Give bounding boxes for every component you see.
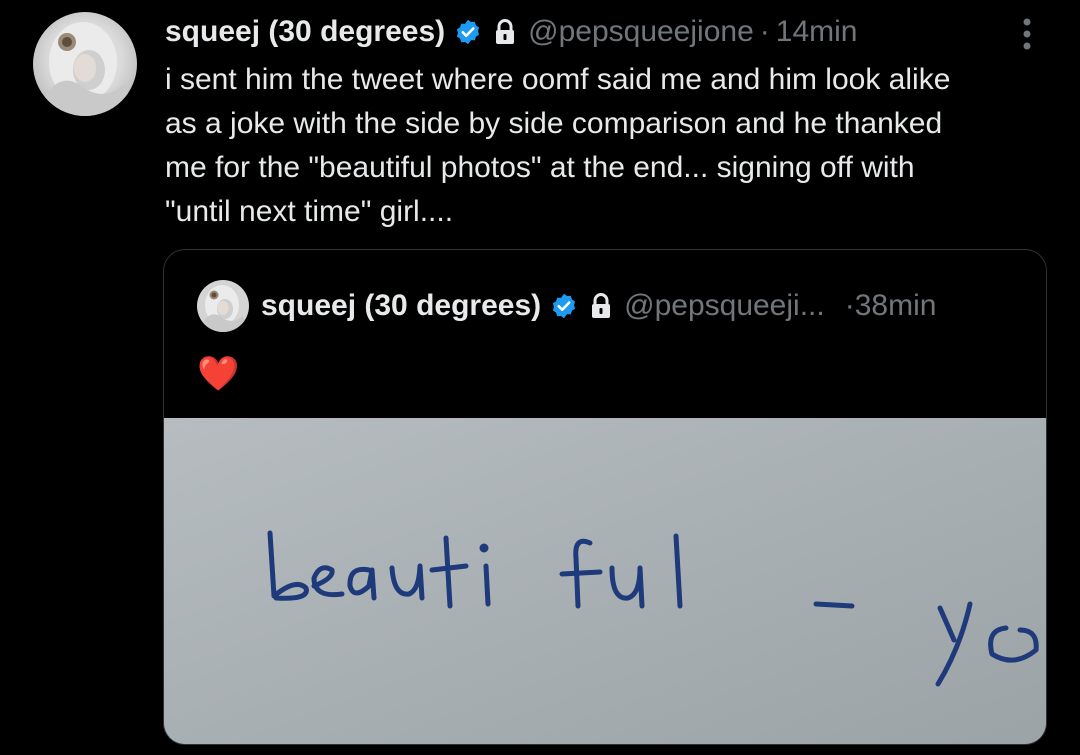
more-vertical-icon[interactable] [1012, 14, 1042, 54]
quoted-tweet[interactable]: squeej (30 degrees) @pepsqueeji... ·38mi… [163, 249, 1047, 745]
separator-dot: · [844, 289, 855, 322]
quoted-tweet-image[interactable] [164, 418, 1046, 744]
quoted-time-value: 38min [854, 289, 937, 322]
tweet-header: squeej (30 degrees) @pepsqueejione · 14m… [165, 12, 857, 52]
quoted-tweet-text: ❤️ [197, 355, 240, 393]
verified-badge-icon[interactable] [550, 292, 578, 320]
verified-badge-icon[interactable] [454, 18, 482, 46]
quoted-author-name[interactable]: squeej (30 degrees) [261, 289, 541, 323]
separator-dot: · [759, 15, 770, 48]
quoted-author-avatar[interactable] [197, 280, 249, 332]
lock-icon [494, 19, 516, 45]
author-avatar[interactable] [33, 12, 137, 116]
author-handle[interactable]: @pepsqueejione [528, 15, 754, 49]
tweet-time[interactable]: 14min [776, 15, 858, 49]
tweet[interactable]: squeej (30 degrees) @pepsqueejione · 14m… [0, 0, 1080, 755]
quoted-author-handle[interactable]: @pepsqueeji... [624, 289, 825, 323]
author-name[interactable]: squeej (30 degrees) [165, 15, 445, 49]
lock-icon [590, 293, 612, 319]
quoted-tweet-time[interactable]: ·38min [845, 289, 937, 323]
quoted-tweet-header: squeej (30 degrees) @pepsqueeji... ·38mi… [261, 286, 936, 326]
tweet-text: i sent him the tweet where oomf said me … [165, 63, 951, 228]
